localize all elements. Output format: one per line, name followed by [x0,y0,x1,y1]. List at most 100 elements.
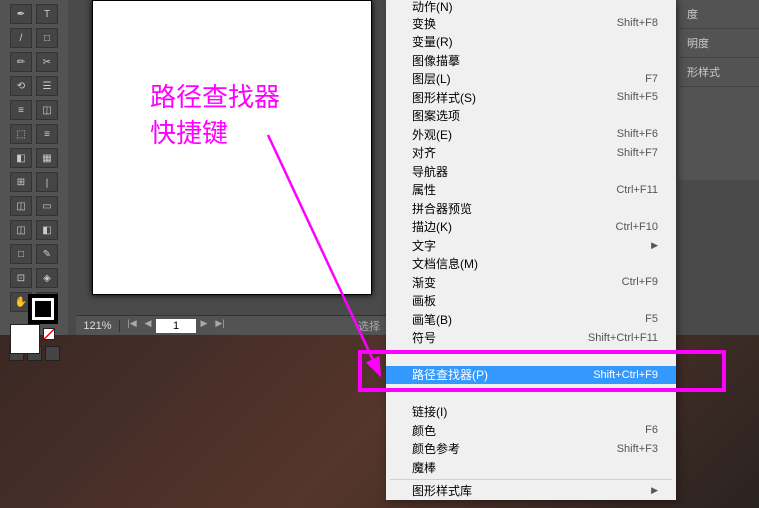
tool-button[interactable]: ⬚ [10,124,32,144]
tool-button[interactable]: ✎ [36,244,58,264]
tool-button[interactable]: ◫ [10,196,32,216]
menu-item[interactable]: 文档信息(M) [386,255,676,274]
tool-button[interactable]: ◧ [36,220,58,240]
menu-item[interactable]: 变换 Shift+F8 [386,14,676,33]
page-input[interactable]: 1 [156,319,196,333]
menu-item[interactable]: 图像描摹 [386,51,676,70]
menu-item-label: 拼合器预览 [412,200,472,217]
menu-item-label: 变换 [412,15,436,32]
panel-tab[interactable]: 度 [679,0,759,29]
tool-button[interactable]: ✏ [10,52,32,72]
tool-button[interactable]: □ [10,244,32,264]
tool-button[interactable]: 丨 [36,172,58,192]
tool-button[interactable]: ▭ [36,196,58,216]
menu-shortcut: Shift+F5 [617,91,658,103]
tool-button[interactable]: ✂ [36,52,58,72]
menu-item-label: 画板 [412,292,436,309]
tool-button[interactable]: ⊡ [10,268,32,288]
annotation-line2: 快捷键 [150,119,228,148]
menu-item-label: 文字 [412,237,436,254]
tool-button[interactable]: T [36,4,58,24]
menu-separator [390,479,672,480]
tool-button[interactable]: ◫ [10,220,32,240]
menu-item[interactable]: 外观(E) Shift+F6 [386,125,676,144]
panel-tab[interactable]: 明度 [679,29,759,58]
menu-item-label: 图形样式库 [412,482,472,499]
menu-item[interactable]: 画笔(B) F5 [386,310,676,329]
submenu-arrow-icon: ▶ [651,240,658,251]
menu-item-label: 路径查找器(P) [412,366,488,383]
menu-item-label: 图层(L) [412,70,451,87]
menu-item[interactable]: 描边(K)Ctrl+F10 [386,218,676,237]
tool-button[interactable]: ☰ [36,76,58,96]
menu-item[interactable]: 图层(L) F7 [386,70,676,89]
tool-button[interactable]: ✒ [10,4,32,24]
tool-button[interactable]: ⊞ [10,172,32,192]
menu-item-label: 文档信息(M) [412,255,478,272]
next-page-icon[interactable]: ▶ [196,318,212,334]
menu-item[interactable]: 对齐 Shift+F7 [386,144,676,163]
menu-item[interactable]: 图案选项 [386,107,676,126]
menu-shortcut: Shift+F8 [617,17,658,29]
first-page-icon[interactable]: |◀ [124,318,140,334]
menu-item[interactable]: 文字 ▶ [386,236,676,255]
tool-button[interactable]: ≡ [36,124,58,144]
menu-item-label: 对齐 [412,144,436,161]
menu-item-label: 链接(I) [412,403,447,420]
menu-shortcut: Ctrl+F9 [622,276,658,288]
last-page-icon[interactable]: ▶| [212,318,228,334]
menu-item[interactable]: 动作(N) [386,0,676,14]
panel-tab[interactable]: 形样式 [679,58,759,87]
menu-item[interactable]: 符号Shift+Ctrl+F11 [386,329,676,348]
menu-item[interactable]: 颜色F6 [386,421,676,440]
menu-shortcut: Shift+F7 [617,147,658,159]
zoom-level[interactable]: 121% [76,320,120,332]
menu-shortcut: Shift+F3 [617,443,658,455]
tool-button[interactable]: □ [36,28,58,48]
stroke-swatch[interactable] [28,294,58,324]
tool-button[interactable]: ◧ [10,148,32,168]
menu-item-label: 导航器 [412,163,448,180]
menu-shortcut: F5 [645,313,658,325]
menu-item-label: 渐变 [412,274,436,291]
tool-button[interactable]: ⟲ [10,76,32,96]
fill-swatch[interactable] [10,324,40,354]
menu-item[interactable]: 路径查找器(P)Shift+Ctrl+F9 [386,366,676,385]
prev-page-icon[interactable]: ◀ [140,318,156,334]
menu-item[interactable]: 导航器 [386,162,676,181]
menu-item-label: 画笔(B) [412,311,452,328]
menu-item-label: 动作(N) [412,0,453,15]
tool-button[interactable]: ◈ [36,268,58,288]
menu-item[interactable]: 链接(I) [386,403,676,422]
mode-button[interactable] [45,346,60,361]
menu-item[interactable]: 魔棒 [386,458,676,477]
menu-item[interactable]: 拼合器预览 [386,199,676,218]
status-bar: 121% |◀ ◀ 1 ▶ ▶| 选择 [76,315,386,335]
menu-item-label: 图形样式(S) [412,89,476,106]
submenu-arrow-icon: ▶ [651,485,658,496]
menu-item[interactable]: 颜色参考Shift+F3 [386,440,676,459]
menu-item[interactable]: 属性Ctrl+F11 [386,181,676,200]
menu-item-label: 外观(E) [412,126,452,143]
menu-shortcut: Ctrl+F11 [616,184,658,196]
menu-item[interactable]: 图形样式(S) Shift+F5 [386,88,676,107]
menu-item[interactable]: 图形样式库 ▶ [386,482,676,501]
menu-item[interactable]: 变量(R) [386,33,676,52]
left-toolbar: ✒ T / □ ✏ ✂ ⟲ ☰ ≡ ◫ ⬚ ≡ ◧ ▦ ⊞ 丨 ◫ ▭ ◫ ◧ … [0,0,68,335]
swatch-none[interactable] [43,328,55,340]
tool-button[interactable]: ≡ [10,100,32,120]
menu-item[interactable]: 渐变 Ctrl+F9 [386,273,676,292]
menu-shortcut: F7 [645,73,658,85]
menu-item[interactable]: 画板 [386,292,676,311]
menu-item-label: 图像描摹 [412,52,460,69]
right-panel-dock: 度 明度 形样式 [679,0,759,180]
canvas-area [76,0,381,310]
menu-item-label: 魔棒 [412,459,436,476]
menu-item-label: 描边(K) [412,218,452,235]
annotation-line1: 路径查找器 [150,83,280,112]
tool-button[interactable]: / [10,28,32,48]
tool-button[interactable]: ▦ [36,148,58,168]
menu-shortcut: Shift+F6 [617,128,658,140]
menu-item-label: 符号 [412,329,436,346]
tool-button[interactable]: ◫ [36,100,58,120]
